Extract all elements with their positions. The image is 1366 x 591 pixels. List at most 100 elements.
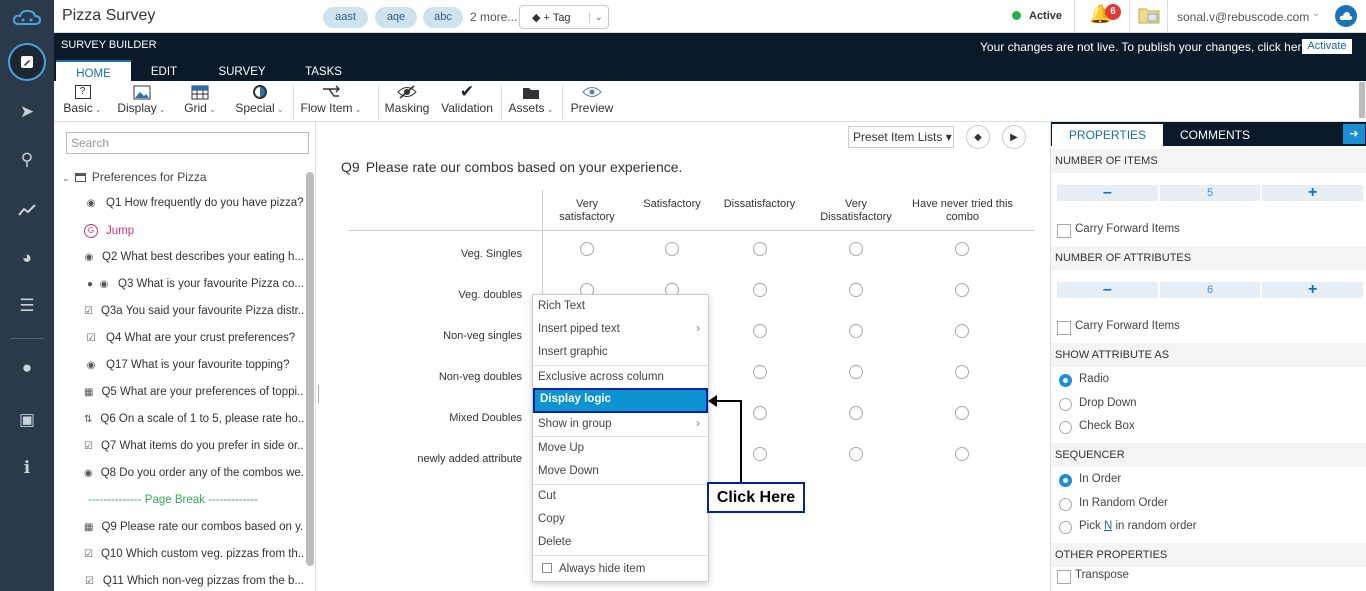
radio-option-radio[interactable] bbox=[1059, 374, 1072, 387]
list-item[interactable]: ▦ Q9 Please rate our combos based on y... bbox=[84, 521, 304, 533]
menu-item-cut[interactable]: Cut bbox=[533, 485, 708, 507]
chart-icon[interactable] bbox=[0, 190, 54, 230]
special-button[interactable]: Special ⌄ bbox=[232, 83, 287, 115]
matrix-radio[interactable] bbox=[955, 324, 969, 338]
tag-chip[interactable]: abc bbox=[423, 7, 463, 28]
list-item[interactable]: ☑ Q4 What are your crust preferences? bbox=[84, 332, 304, 344]
plus-button[interactable]: + bbox=[1262, 282, 1363, 298]
attributes-count[interactable]: 6 bbox=[1157, 282, 1263, 298]
cloud-icon[interactable] bbox=[1335, 5, 1357, 27]
radio-option-checkbox[interactable] bbox=[1059, 421, 1072, 434]
tab-comments[interactable]: COMMENTS bbox=[1163, 124, 1267, 146]
minus-button[interactable]: – bbox=[1057, 282, 1158, 298]
chevron-down-icon[interactable]: ⌄ bbox=[588, 11, 609, 23]
masking-button[interactable]: Masking bbox=[384, 83, 430, 115]
matrix-radio[interactable] bbox=[955, 365, 969, 379]
items-count[interactable]: 5 bbox=[1157, 185, 1263, 201]
radio-option-pick-n[interactable] bbox=[1059, 521, 1072, 534]
matrix-radio[interactable] bbox=[849, 242, 863, 256]
preview-button[interactable]: Preview bbox=[568, 83, 616, 115]
dashboard-icon[interactable]: ◕ bbox=[0, 238, 54, 278]
tag-icon[interactable]: ◆ bbox=[966, 125, 990, 149]
page-break[interactable]: -------------- Page Break ------------- bbox=[88, 494, 258, 506]
flow-item-button[interactable]: Flow Item ⌄ bbox=[300, 83, 362, 115]
search-icon[interactable]: ⚲ bbox=[0, 140, 54, 180]
play-icon[interactable]: ▶ bbox=[1002, 125, 1026, 149]
list-item[interactable]: ● ◉ Q3 What is your favourite Pizza co... bbox=[84, 278, 304, 290]
menu-item-insert-piped-text[interactable]: Insert piped text › bbox=[533, 318, 708, 340]
list-item[interactable]: ☑ Q3a You said your favourite Pizza distr… bbox=[84, 305, 304, 317]
display-button[interactable]: Display ⌄ bbox=[114, 83, 169, 115]
app-logo[interactable] bbox=[0, 0, 54, 33]
user-email[interactable]: sonal.v@rebuscode.com bbox=[1177, 10, 1309, 24]
assets-button[interactable]: Assets ⌄ bbox=[506, 83, 556, 115]
folder-icon[interactable] bbox=[1138, 6, 1160, 24]
transpose-checkbox[interactable] bbox=[1057, 570, 1071, 584]
matrix-radio[interactable] bbox=[849, 447, 863, 461]
grid-button[interactable]: Grid ⌄ bbox=[180, 83, 220, 115]
matrix-radio[interactable] bbox=[580, 242, 594, 256]
tab-tasks[interactable]: TASKS bbox=[296, 60, 351, 82]
matrix-radio[interactable] bbox=[955, 242, 969, 256]
tab-properties[interactable]: PROPERTIES bbox=[1052, 124, 1163, 146]
rocket-icon[interactable]: ➤ bbox=[0, 92, 54, 132]
matrix-radio[interactable] bbox=[849, 324, 863, 338]
list-icon[interactable]: ☰ bbox=[0, 286, 54, 326]
activate-button[interactable]: Activate bbox=[1302, 39, 1352, 54]
matrix-radio[interactable] bbox=[849, 406, 863, 420]
menu-item-rich-text[interactable]: Rich Text bbox=[533, 295, 708, 317]
more-tags-link[interactable]: 2 more... bbox=[470, 10, 517, 24]
list-item[interactable]: G Jump bbox=[84, 224, 304, 238]
list-item[interactable]: ☑ Q7 What items do you prefer in side or.… bbox=[84, 440, 304, 452]
block-group[interactable]: ⌄ Preferences for Pizza bbox=[62, 170, 207, 184]
matrix-radio[interactable] bbox=[753, 365, 767, 379]
list-item[interactable]: ☑ Q11 Which non-veg pizzas from the b... bbox=[84, 575, 304, 587]
list-item[interactable]: ◉ Q17 What is your favourite topping? bbox=[84, 359, 304, 371]
validation-button[interactable]: ✔ Validation bbox=[438, 82, 496, 115]
tag-chip[interactable]: aast bbox=[323, 7, 368, 28]
radio-option-in-order[interactable] bbox=[1059, 474, 1072, 487]
matrix-radio[interactable] bbox=[955, 406, 969, 420]
preset-item-lists-dropdown[interactable]: Preset Item Lists ▾ bbox=[848, 126, 954, 148]
list-item[interactable]: ▦ Q5 What are your preferences of toppi..… bbox=[84, 386, 304, 398]
carry-forward-checkbox[interactable] bbox=[1057, 321, 1071, 335]
search-input[interactable]: Search bbox=[66, 132, 309, 154]
matrix-radio[interactable] bbox=[849, 283, 863, 297]
list-item[interactable]: ☑ Q10 Which custom veg. pizzas from th... bbox=[84, 548, 304, 560]
user-icon[interactable]: ● bbox=[0, 348, 54, 388]
matrix-radio[interactable] bbox=[753, 324, 767, 338]
edit-icon[interactable] bbox=[8, 43, 46, 81]
list-item[interactable]: ◉ Q2 What best describes your eating h... bbox=[84, 251, 304, 263]
matrix-radio[interactable] bbox=[753, 242, 767, 256]
tab-survey[interactable]: SURVEY bbox=[212, 60, 272, 82]
list-item[interactable]: ◉ Q8 Do you order any of the combos we... bbox=[84, 467, 304, 479]
scrollbar[interactable] bbox=[306, 172, 314, 566]
plus-button[interactable]: + bbox=[1262, 185, 1363, 201]
matrix-radio[interactable] bbox=[753, 406, 767, 420]
menu-item-insert-graphic[interactable]: Insert graphic bbox=[533, 341, 708, 363]
carry-forward-checkbox[interactable] bbox=[1057, 224, 1071, 238]
menu-item-move-down[interactable]: Move Down bbox=[533, 460, 708, 482]
minus-button[interactable]: – bbox=[1057, 185, 1158, 201]
matrix-radio[interactable] bbox=[955, 447, 969, 461]
matrix-radio[interactable] bbox=[753, 447, 767, 461]
menu-item-exclusive-across-column[interactable]: Exclusive across column bbox=[533, 366, 708, 388]
menu-item-show-in-group[interactable]: Show in group › bbox=[533, 413, 708, 435]
tag-chip[interactable]: aqe bbox=[375, 7, 417, 28]
matrix-radio[interactable] bbox=[753, 283, 767, 297]
info-icon[interactable]: ℹ bbox=[0, 448, 54, 488]
radio-option-dropdown[interactable] bbox=[1059, 398, 1072, 411]
list-item[interactable]: ◉ Q1 How frequently do you have pizza? bbox=[84, 197, 304, 209]
menu-item-copy[interactable]: Copy bbox=[533, 508, 708, 530]
tab-home[interactable]: HOME bbox=[56, 60, 131, 82]
exit-icon[interactable]: ➜ bbox=[1343, 124, 1365, 144]
basic-button[interactable]: ? Basic ⌄ bbox=[60, 83, 105, 115]
add-tag-button[interactable]: ◆ + Tag ⌄ bbox=[519, 5, 609, 29]
chevron-down-icon[interactable]: ⌄ bbox=[1312, 8, 1320, 19]
pick-n-link[interactable]: N bbox=[1104, 520, 1112, 532]
menu-item-display-logic[interactable]: Display logic bbox=[533, 388, 708, 413]
matrix-radio[interactable] bbox=[955, 283, 969, 297]
radio-option-random[interactable] bbox=[1059, 498, 1072, 511]
menu-item-delete[interactable]: Delete bbox=[533, 531, 708, 553]
tab-edit[interactable]: EDIT bbox=[139, 60, 189, 82]
